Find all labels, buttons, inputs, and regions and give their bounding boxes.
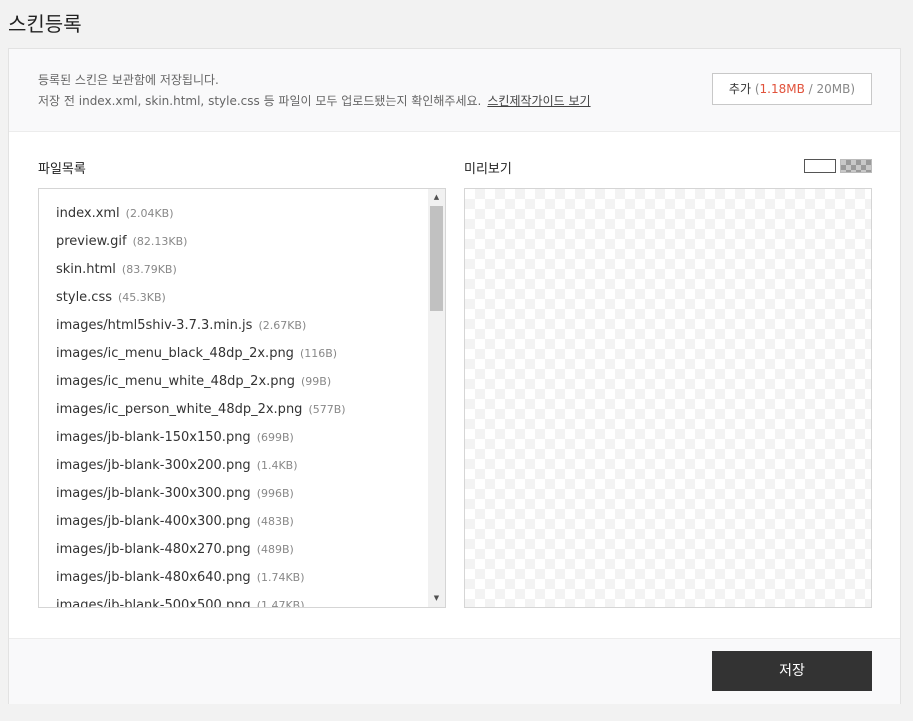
file-name: images/ic_menu_white_48dp_2x.png	[56, 374, 296, 389]
skin-register-panel: 등록된 스킨은 보관함에 저장됩니다. 저장 전 index.xml, skin…	[8, 48, 901, 704]
file-size: (489B)	[256, 543, 294, 556]
file-list-item[interactable]: images/jb-blank-500x500.png (1.47KB)	[56, 595, 445, 608]
notice-text: 등록된 스킨은 보관함에 저장됩니다. 저장 전 index.xml, skin…	[38, 70, 591, 112]
add-button-close-paren: )	[850, 82, 856, 96]
file-size: (1.4KB)	[256, 459, 298, 472]
file-size: (483B)	[256, 515, 294, 528]
file-name: images/jb-blank-500x500.png	[56, 598, 251, 608]
file-list-title: 파일목록	[38, 162, 86, 177]
preview-title: 미리보기	[464, 162, 512, 177]
file-size: (1.74KB)	[256, 571, 305, 584]
file-name: images/jb-blank-400x300.png	[56, 514, 251, 529]
storage-used: 1.18MB	[759, 82, 805, 96]
file-list-item[interactable]: style.css (45.3KB)	[56, 287, 445, 315]
preview-white-background-toggle[interactable]	[804, 159, 836, 173]
file-name: style.css	[56, 290, 112, 305]
notice-bar: 등록된 스킨은 보관함에 저장됩니다. 저장 전 index.xml, skin…	[9, 49, 900, 132]
file-name: images/jb-blank-480x270.png	[56, 542, 251, 557]
file-list-item[interactable]: images/ic_person_white_48dp_2x.png (577B)	[56, 399, 445, 427]
file-size: (2.67KB)	[258, 319, 307, 332]
file-size: (82.13KB)	[132, 235, 188, 248]
file-size: (99B)	[301, 375, 332, 388]
page-title: 스킨등록	[8, 12, 82, 36]
file-name: images/ic_menu_black_48dp_2x.png	[56, 346, 294, 361]
file-list-item[interactable]: images/ic_menu_white_48dp_2x.png (99B)	[56, 371, 445, 399]
file-name: skin.html	[56, 262, 116, 277]
file-list-item[interactable]: images/html5shiv-3.7.3.min.js (2.67KB)	[56, 315, 445, 343]
preview-transparent-background-toggle[interactable]	[840, 159, 872, 173]
preview-area	[464, 188, 872, 608]
file-size: (577B)	[308, 403, 346, 416]
file-size: (1.47KB)	[256, 599, 305, 608]
file-name: images/html5shiv-3.7.3.min.js	[56, 318, 253, 333]
file-size: (45.3KB)	[118, 291, 166, 304]
file-list: index.xml (2.04KB) preview.gif (82.13KB) ski…	[39, 189, 445, 608]
file-size: (83.79KB)	[121, 263, 177, 276]
file-list-item[interactable]: images/jb-blank-480x270.png (489B)	[56, 539, 445, 567]
file-list-item[interactable]: images/jb-blank-300x300.png (996B)	[56, 483, 445, 511]
file-list-item[interactable]: skin.html (83.79KB)	[56, 259, 445, 287]
notice-line-2-text: 저장 전 index.xml, skin.html, style.css 등 파…	[38, 94, 482, 108]
file-name: index.xml	[56, 206, 120, 221]
file-list-item[interactable]: images/jb-blank-480x640.png (1.74KB)	[56, 567, 445, 595]
file-list-box[interactable]: index.xml (2.04KB) preview.gif (82.13KB) ski…	[38, 188, 446, 608]
file-list-item[interactable]: images/jb-blank-150x150.png (699B)	[56, 427, 445, 455]
file-list-item[interactable]: index.xml (2.04KB)	[56, 203, 445, 231]
storage-limit: 20MB	[816, 82, 851, 96]
file-name: images/ic_person_white_48dp_2x.png	[56, 402, 303, 417]
file-name: preview.gif	[56, 234, 127, 249]
file-list-scrollbar[interactable]: ▲ ▼	[428, 189, 445, 607]
notice-line-2: 저장 전 index.xml, skin.html, style.css 등 파…	[38, 91, 591, 112]
file-size: (116B)	[299, 347, 338, 360]
action-bar: 저장	[9, 638, 900, 704]
add-button-label: 추가	[728, 82, 752, 96]
file-size: (699B)	[256, 431, 294, 444]
file-size: (2.04KB)	[125, 207, 174, 220]
save-button[interactable]: 저장	[712, 651, 872, 691]
file-list-item[interactable]: images/ic_menu_black_48dp_2x.png (116B)	[56, 343, 445, 371]
file-list-item[interactable]: images/jb-blank-400x300.png (483B)	[56, 511, 445, 539]
add-file-button[interactable]: 추가 (1.18MB / 20MB)	[712, 73, 872, 105]
scroll-thumb[interactable]	[430, 206, 443, 311]
file-name: images/jb-blank-480x640.png	[56, 570, 251, 585]
file-list-item[interactable]: images/jb-blank-300x200.png (1.4KB)	[56, 455, 445, 483]
file-name: images/jb-blank-300x200.png	[56, 458, 251, 473]
file-size: (996B)	[256, 487, 294, 500]
skin-guide-link[interactable]: 스킨제작가이드 보기	[487, 94, 590, 108]
scroll-down-arrow-icon[interactable]: ▼	[428, 590, 445, 607]
file-name: images/jb-blank-300x300.png	[56, 486, 251, 501]
notice-line-1: 등록된 스킨은 보관함에 저장됩니다.	[38, 73, 219, 87]
scroll-up-arrow-icon[interactable]: ▲	[428, 189, 445, 206]
file-name: images/jb-blank-150x150.png	[56, 430, 251, 445]
storage-separator: /	[804, 82, 817, 96]
file-list-item[interactable]: preview.gif (82.13KB)	[56, 231, 445, 259]
